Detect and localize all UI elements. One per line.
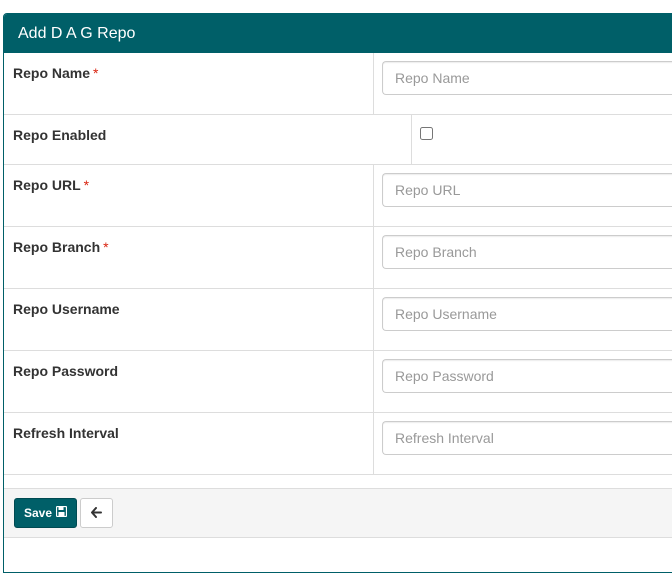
panel-title: Add D A G Repo: [4, 14, 672, 53]
repo-name-label-cell: Repo Name *: [4, 53, 374, 114]
repo-password-input-cell: [374, 351, 672, 412]
repo-enabled-checkbox[interactable]: [420, 127, 433, 140]
repo-form: Repo Name* Repo Enabled Repo URL*: [4, 53, 672, 475]
repo-username-label: Repo Username: [13, 301, 120, 317]
required-marker: *: [83, 177, 90, 193]
repo-url-input-cell: [374, 165, 672, 226]
save-button-label: Save: [23, 506, 53, 520]
refresh-interval-label: Refresh Interval: [13, 425, 119, 441]
repo-username-label-cell: Repo Username: [4, 289, 374, 350]
repo-url-input[interactable]: [382, 173, 672, 207]
repo-url-label-cell: Repo URL *: [4, 165, 374, 226]
save-button[interactable]: Save: [14, 498, 77, 528]
form-row-repo-enabled: Repo Enabled: [4, 115, 672, 165]
repo-branch-input[interactable]: [382, 235, 672, 269]
repo-name-input-cell: [374, 53, 672, 114]
form-row-repo-url: Repo URL *: [4, 165, 672, 227]
repo-password-label: Repo Password: [13, 363, 119, 379]
refresh-interval-label-cell: Refresh Interval: [4, 413, 374, 474]
refresh-interval-input[interactable]: [382, 421, 672, 455]
repo-enabled-input-cell: [412, 115, 672, 164]
back-button[interactable]: [80, 498, 113, 528]
repo-name-input[interactable]: [382, 61, 672, 95]
repo-enabled-label-cell: Repo Enabled: [4, 115, 412, 164]
repo-branch-label-cell: Repo Branch *: [4, 227, 374, 288]
repo-username-input[interactable]: [382, 297, 672, 331]
floppy-disk-icon: [55, 505, 68, 520]
repo-enabled-label: Repo Enabled: [13, 127, 107, 143]
add-dag-repo-panel: Add D A G Repo Repo Name* Repo Enabled R…: [3, 13, 672, 573]
repo-branch-input-cell: [374, 227, 672, 288]
repo-name-label: Repo Name: [13, 65, 91, 81]
form-row-repo-branch: Repo Branch *: [4, 227, 672, 289]
form-row-repo-password: Repo Password: [4, 351, 672, 413]
repo-password-label-cell: Repo Password: [4, 351, 374, 412]
form-row-refresh-interval: Refresh Interval: [4, 413, 672, 475]
required-marker: *: [93, 65, 99, 81]
form-row-repo-username: Repo Username: [4, 289, 672, 351]
refresh-interval-input-cell: [374, 413, 672, 474]
panel-footer: Save: [4, 488, 672, 538]
form-row-repo-name: Repo Name *: [4, 53, 672, 115]
repo-username-input-cell: [374, 289, 672, 350]
repo-password-input[interactable]: [382, 359, 672, 393]
repo-url-label: Repo URL: [13, 177, 81, 193]
required-marker: *: [103, 239, 109, 255]
arrow-left-icon: [91, 506, 102, 521]
repo-branch-label: Repo Branch: [13, 239, 101, 255]
